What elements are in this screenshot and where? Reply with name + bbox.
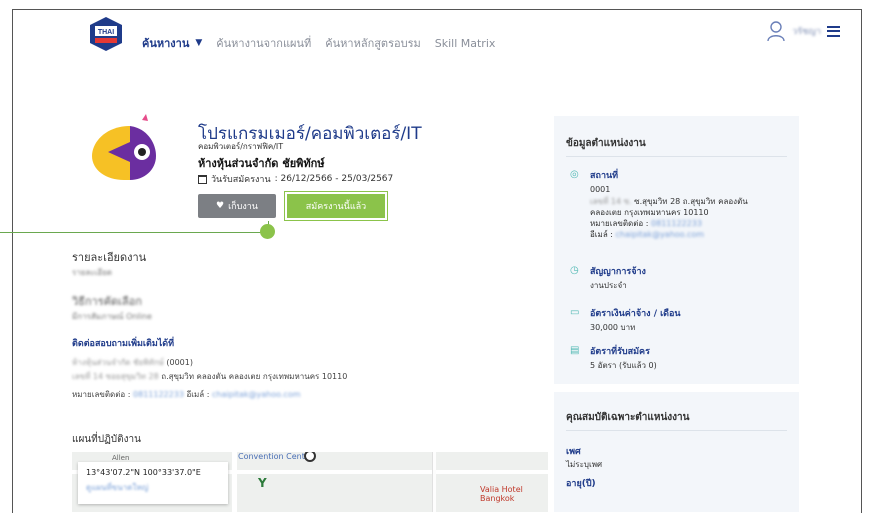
qualifications-title: คุณสมบัติเฉพาะตำแหน่งงาน (566, 412, 690, 423)
salary-label: อัตราเงินค่าจ้าง / เดือน (590, 309, 681, 319)
heart-icon: ♥ (216, 201, 225, 211)
contact-title: ติดต่อสอบถามเพิ่มเติมได้ที่ (72, 339, 175, 349)
location-phone-row: หมายเลขติดต่อ : 0811122233 (590, 218, 702, 229)
location-code: 0001 (590, 185, 611, 194)
salary-value: 30,000 บาท (590, 323, 636, 332)
nav-find-job-map[interactable]: ค้นหางานจากแผนที่ (216, 34, 311, 52)
contact-phone-row: หมายเลขติดต่อ : 0811122233 อีเมล์ : chai… (72, 388, 301, 401)
main-nav: ค้นหางาน ▼ ค้นหางานจากแผนที่ ค้นหาหลักสู… (142, 34, 495, 52)
briefcase-icon: ▤ (570, 345, 580, 356)
save-job-button[interactable]: ♥ เก็บงาน (198, 194, 276, 218)
divider (566, 430, 787, 431)
contact-code: (0001) (166, 358, 193, 367)
annotation-line (0, 232, 268, 233)
annotation-dot (260, 224, 275, 239)
save-job-label: เก็บงาน (228, 202, 258, 212)
map-pin-icon[interactable] (304, 452, 316, 462)
email-label: อีเมล์ : (186, 390, 210, 399)
nav-find-course[interactable]: ค้นหาหลักสูตรอบรม (325, 34, 420, 52)
date-label: วันรับสมัครงาน (211, 175, 271, 185)
map-marker-icon: Y (258, 476, 267, 490)
location-address-blurred: เลขที่ 14 ซ. (590, 197, 632, 206)
job-info-panel: ข้อมูลตำแหน่งงาน ◎ สถานที่ 0001 เลขที่ 1… (554, 116, 799, 384)
job-location-map[interactable]: Allen Convention Centre Y Valia Hotel Ba… (72, 452, 548, 512)
apply-job-button[interactable]: สมัครงานนี้แล้ว (284, 191, 388, 221)
map-label-convention: Convention Centre (238, 452, 313, 461)
map-road (432, 452, 436, 512)
map-larger-link[interactable]: ดูแผนที่ขนาดใหญ่ (86, 481, 220, 494)
contact-address: ถ.สุขุมวิท คลองตัน คลองเตย กรุงเทพมหานคร… (161, 372, 348, 381)
map-coords: 13°43'07.2"N 100°33'37.0"E (86, 468, 201, 477)
contact-name: ห้างหุ้นส่วนจำกัด ชัยพิทักษ์ (72, 358, 164, 367)
contact-phone[interactable]: 0811122233 (133, 390, 184, 399)
method-body: มีการสัมภาษณ์ Online (72, 312, 152, 321)
map-label-allen: Allen (112, 454, 130, 462)
phone-label: หมายเลขติดต่อ : (590, 219, 649, 228)
user-name: วรัชญา (792, 27, 821, 37)
sex-label: เพศ (566, 447, 581, 457)
job-info-title: ข้อมูลตำแหน่งงาน (566, 138, 646, 149)
email-label: อีเมล์ : (590, 230, 613, 239)
positions-label: อัตราที่รับสมัคร (590, 347, 650, 357)
age-label: อายุ(ปี) (566, 479, 596, 489)
contract-label: สัญญาการจ้าง (590, 267, 646, 277)
contact-email[interactable]: chaipitak@yahoo.com (212, 390, 301, 399)
location-email[interactable]: chaipitak@yahoo.com (616, 230, 705, 239)
map-road (232, 452, 237, 512)
contact-address-blurred: เลขที่ 14 ซอยสุขุมวิท 28 (72, 372, 159, 381)
svg-text:THAI: THAI (98, 29, 114, 36)
map-coords-card: 13°43'07.2"N 100°33'37.0"E ดูแผนที่ขนาดใ… (78, 462, 228, 504)
details-body: รายละเอียด (72, 268, 113, 277)
apply-job-label: สมัครงานนี้แล้ว (287, 194, 385, 218)
clock-icon: ◷ (570, 265, 579, 276)
divider (566, 156, 787, 157)
thai-logo[interactable]: THAI (88, 16, 124, 52)
method-title: วิธีการคัดเลือก (72, 295, 142, 308)
money-icon: ▭ (570, 307, 580, 318)
calendar-icon (198, 174, 207, 184)
location-email-row: อีเมล์ : chaipitak@yahoo.com (590, 229, 704, 240)
company-name[interactable]: ห้างหุ้นส่วนจำกัด ชัยพิทักษ์ (198, 154, 325, 172)
user-menu[interactable]: วรัชญา (766, 20, 840, 42)
date-range: : 26/12/2566 - 25/03/2567 (274, 174, 394, 184)
application-dates: วันรับสมัครงาน : 26/12/2566 - 25/03/2567 (198, 172, 393, 186)
nav-skill-matrix[interactable]: Skill Matrix (435, 37, 496, 50)
chevron-down-icon[interactable]: ▼ (195, 38, 202, 48)
location-address-line2: คลองเตย กรุงเทพมหานคร 10110 (590, 208, 709, 217)
qualifications-panel: คุณสมบัติเฉพาะตำแหน่งงาน เพศ ไม่ระบุเพศ … (554, 392, 799, 512)
company-logo (92, 114, 156, 180)
contract-value: งานประจำ (590, 281, 627, 290)
menu-icon[interactable] (827, 25, 840, 37)
map-label-hotel: Valia Hotel Bangkok (480, 485, 523, 503)
contact-name-row: ห้างหุ้นส่วนจำกัด ชัยพิทักษ์ (0001) (72, 356, 193, 369)
user-avatar-icon (767, 21, 785, 42)
map-title: แผนที่ปฏิบัติงาน (72, 434, 141, 445)
location-address-line1: เลขที่ 14 ซ. ซ.สุขุมวิท 28 ถ.สุขุมวิท คล… (590, 196, 748, 207)
job-category: คอมพิวเตอร์/กราฟฟิค/IT (198, 142, 284, 151)
location-address-text: ซ.สุขุมวิท 28 ถ.สุขุมวิท คลองตัน (634, 197, 748, 206)
positions-value: 5 อัตรา (รับแล้ว 0) (590, 361, 657, 370)
nav-find-job[interactable]: ค้นหางาน (142, 34, 189, 52)
location-pin-icon: ◎ (570, 169, 579, 180)
location-phone[interactable]: 0811122233 (651, 219, 702, 228)
phone-label: หมายเลขติดต่อ : (72, 390, 131, 399)
location-label: สถานที่ (590, 171, 619, 181)
details-title: รายละเอียดงาน (72, 251, 147, 264)
sex-value: ไม่ระบุเพศ (566, 460, 603, 469)
contact-address-row: เลขที่ 14 ซอยสุขุมวิท 28 ถ.สุขุมวิท คลอง… (72, 370, 347, 383)
